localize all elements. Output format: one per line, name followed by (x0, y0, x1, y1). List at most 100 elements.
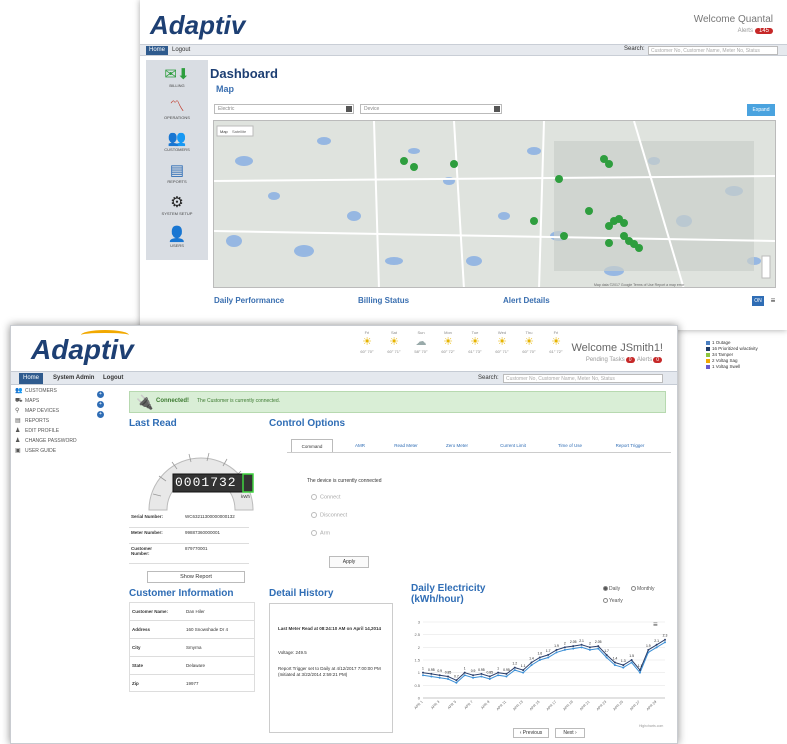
meter-gauge: 0001732 kWh (139, 430, 263, 518)
show-report-button[interactable]: Show Report (147, 571, 245, 583)
radio-arm[interactable]: Arm (311, 530, 330, 536)
users-download-icon: 👥 (167, 130, 187, 147)
front-sidebar: 👥 CUSTOMERS + ⛟ MAPS + ⚲ MAP DEVICES + ▤ REPORT… (11, 386, 121, 456)
tab-time-of-use[interactable]: Time of Use (545, 439, 595, 452)
data-point (563, 646, 566, 649)
expand-button[interactable]: Expand (747, 104, 775, 116)
alert-legend: 1 Outage 16 Prioritized w/activity 34 Ta… (706, 340, 787, 370)
tab-read-meter[interactable]: Read Meter (383, 439, 429, 452)
data-point (622, 664, 625, 667)
detail-trigger: Report Trigger set to Daily at 4/12/2017… (278, 666, 381, 677)
data-point (547, 656, 550, 659)
pin-icon: ⚲ (15, 408, 20, 414)
back-alerts[interactable]: Alerts 145 (738, 28, 773, 34)
data-label: 1.4 (613, 657, 618, 661)
mode-monthly[interactable]: Monthly (631, 586, 655, 592)
mode-yearly[interactable]: Yearly (603, 598, 623, 604)
on-toggle-button[interactable]: ON (752, 296, 764, 306)
device-map[interactable]: Map Satellite Map data ©2017 Google Term… (213, 120, 776, 288)
sidebar-item-change-password[interactable]: ♟ CHANGE PASSWORD (11, 436, 121, 446)
data-point (472, 674, 475, 677)
back-alerts-badge: 145 (754, 28, 773, 34)
x-tick-label: APR 25 (612, 700, 624, 712)
apply-button[interactable]: Apply (329, 556, 369, 568)
back-logout-link[interactable]: Logout (172, 46, 190, 55)
mode-daily[interactable]: Daily (603, 586, 620, 592)
weather-day: Thu ☀ 60° 70° (517, 330, 541, 354)
data-label: 1.7 (546, 649, 551, 653)
data-label: 0.85 (486, 670, 493, 674)
sidebar-item-edit-profile[interactable]: ♟ EDIT PROFILE (11, 426, 121, 436)
back-sidebar-item-users[interactable]: 👤 USERS (146, 224, 208, 254)
y-tick-label: 2 (418, 645, 421, 650)
back-sidebar-item-reports[interactable]: ▤ REPORTS (146, 160, 208, 190)
sidebar-item-reports[interactable]: ▤ REPORTS (11, 416, 121, 426)
x-tick-label: APR 13 (512, 700, 524, 712)
data-label: 1.6 (537, 651, 542, 655)
data-point (522, 671, 525, 674)
document-icon: ▤ (15, 418, 21, 424)
data-label: 1.3 (621, 659, 626, 663)
weather-day: Fri ☀ 60° 70° (355, 330, 379, 354)
data-point (597, 645, 600, 648)
tab-current-limit[interactable]: Current Limit (487, 439, 539, 452)
chart-title-line1: Daily Electricity (411, 583, 486, 594)
device-select[interactable]: Device (360, 104, 502, 114)
pending-tasks-label[interactable]: Pending Tasks (586, 357, 625, 363)
chevron-down-icon (346, 106, 352, 112)
back-search-input[interactable]: Customer No, Customer Name, Meter No, St… (648, 46, 778, 55)
search-input[interactable]: Customer No, Customer Name, Meter No, St… (503, 374, 663, 383)
tab-report-trigger[interactable]: Report Trigger (601, 439, 659, 452)
back-navbar: Home Logout Search: Customer No, Custome… (140, 44, 787, 56)
logout-link[interactable]: Logout (103, 373, 123, 384)
weather-day: Sat ☀ 60° 71° (382, 330, 406, 354)
x-tick-label: APR 15 (529, 700, 541, 712)
tab-amr[interactable]: AMR (341, 439, 379, 452)
radio-button (603, 598, 608, 604)
user-icon: ♟ (15, 428, 21, 434)
chevron-down-icon (494, 106, 500, 112)
map-tab-map[interactable]: Map (220, 129, 229, 134)
back-sidebar-item-billing[interactable]: ✉⬇ BILLING (146, 64, 208, 94)
data-point (463, 674, 466, 677)
home-link[interactable]: Home (19, 373, 44, 384)
sidebar-item-user-guide[interactable]: ▣ USER GUIDE (11, 446, 121, 456)
system-admin-link[interactable]: System Admin (53, 373, 94, 384)
sun-cloud-icon: ☀ (362, 336, 372, 348)
data-point (664, 641, 666, 644)
back-home-link[interactable]: Home (146, 46, 169, 55)
data-point (647, 648, 650, 651)
electric-select[interactable]: Electric (214, 104, 354, 114)
data-point (522, 669, 525, 672)
hamburger-menu-icon[interactable]: ≡ (768, 296, 778, 306)
customer-information-title: Customer Information (129, 588, 234, 599)
back-sidebar-item-operations[interactable]: 〽 OPERATIONS (146, 96, 208, 126)
sidebar-item-map-devices[interactable]: ⚲ MAP DEVICES + (11, 406, 121, 418)
sun-cloud-icon: ☀ (443, 336, 453, 348)
previous-button[interactable]: ‹ Previous (513, 728, 549, 738)
front-customer-window: Adaptiv Fri ☀ 60° 70° Sat ☀ 60° 71° Sun ☁ 58° … (10, 325, 678, 744)
user-download-icon: 👤 (167, 226, 187, 243)
next-button[interactable]: Next › (555, 728, 585, 738)
back-sidebar-item-system-setup[interactable]: ⚙ SYSTEM SETUP (146, 192, 208, 222)
data-label: 2.05 (570, 640, 577, 644)
series-line (422, 641, 666, 684)
radio-disconnect[interactable]: Disconnect (311, 512, 347, 518)
daily-performance-title: Daily Performance (214, 296, 285, 305)
radio-connect[interactable]: Connect (311, 494, 341, 500)
alerts-label[interactable]: Alerts (637, 357, 652, 363)
sidebar-item-customers[interactable]: 👥 CUSTOMERS + (11, 386, 121, 398)
tab-zero-meter[interactable]: Zero Meter (435, 439, 479, 452)
back-sidebar-item-customers[interactable]: 👥 CUSTOMERS (146, 128, 208, 158)
legend-swatch (706, 358, 710, 363)
map-tab-satellite[interactable]: Satellite (232, 129, 247, 134)
tab-command[interactable]: Command (291, 439, 333, 452)
data-point (555, 651, 558, 654)
billing-status-title: Billing Status (358, 296, 410, 305)
data-point (480, 672, 483, 675)
connected-title: Connected! (156, 398, 189, 404)
table-row: City Smyrna (130, 639, 254, 657)
last-read-title: Last Read (129, 418, 177, 429)
data-label: 1.1 (521, 664, 526, 668)
sidebar-item-maps[interactable]: ⛟ MAPS + (11, 396, 121, 408)
